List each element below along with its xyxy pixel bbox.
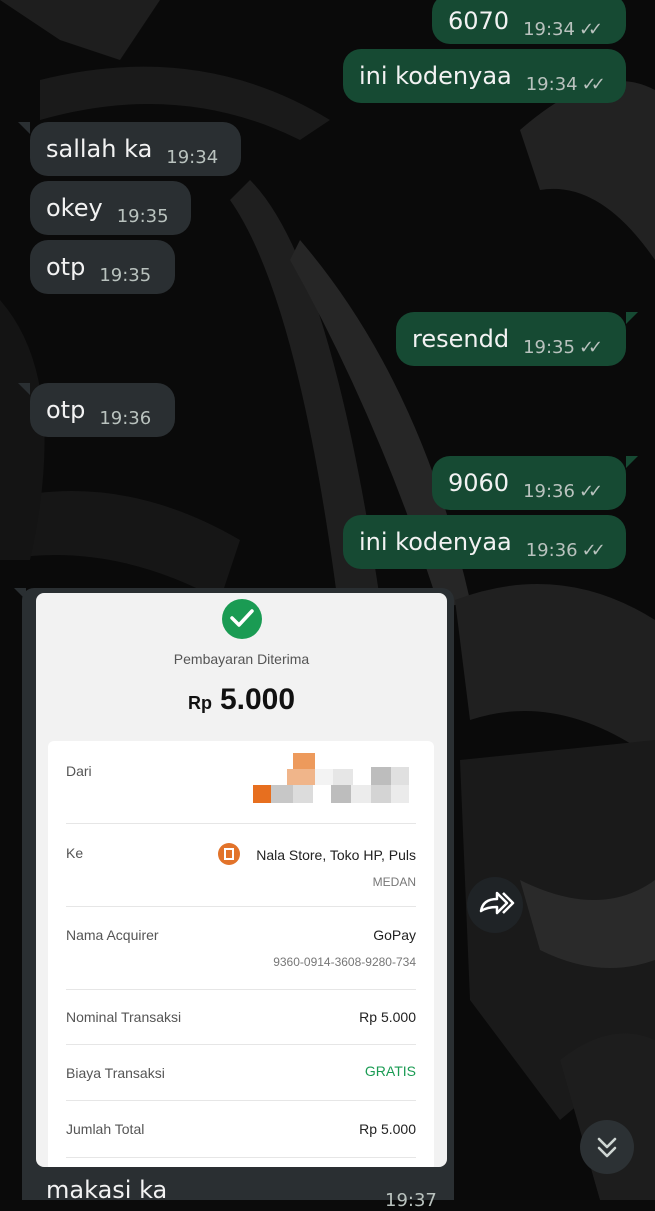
success-check-icon — [222, 599, 262, 639]
message-bubble-outgoing[interactable]: 6070 19:34 ✓✓ — [432, 0, 626, 44]
payment-receipt-image[interactable]: Pembayaran Diterima Rp 5.000 Dari Ke Nal… — [36, 593, 447, 1167]
divider — [66, 1044, 416, 1045]
message-time: 19:34 — [523, 19, 575, 40]
divider — [66, 823, 416, 824]
double-check-icon: ✓✓ — [578, 337, 603, 358]
message-bubble-incoming[interactable]: otp 19:36 — [30, 383, 175, 437]
message-time: 19:34 — [166, 147, 219, 168]
message-bubble-outgoing[interactable]: 9060 19:36 ✓✓ — [432, 456, 626, 510]
store-city: MEDAN — [372, 875, 416, 889]
detail-label: Nama Acquirer — [66, 927, 159, 943]
message-text: 6070 — [448, 7, 510, 35]
total-value: Rp 5.000 — [359, 1121, 416, 1137]
message-text: resendd — [412, 325, 510, 353]
message-bubble-incoming[interactable]: otp 19:35 — [30, 240, 175, 294]
message-text: otp — [46, 253, 86, 281]
forward-icon[interactable] — [467, 877, 523, 933]
detail-label: Jumlah Total — [66, 1121, 145, 1137]
message-time: 19:35 — [99, 265, 152, 286]
detail-label: Nominal Transaksi — [66, 1009, 182, 1025]
divider — [66, 906, 416, 907]
message-time: 19:36 — [525, 540, 578, 561]
detail-row-acquirer: Nama Acquirer GoPay 9360-0914-3608-9280-… — [66, 927, 416, 971]
transaction-details-card: Dari Ke Nala Store, Toko HP, Puls MEDAN … — [48, 741, 434, 1167]
message-text: ini kodenyaa — [359, 62, 512, 90]
detail-label: Ke — [66, 845, 84, 861]
double-chevron-down-icon[interactable] — [580, 1120, 634, 1174]
message-time: 19:37 — [385, 1190, 437, 1211]
redacted-sender-name — [253, 753, 413, 809]
message-text: otp — [46, 396, 86, 424]
message-bubble-outgoing[interactable]: resendd 19:35 ✓✓ — [396, 312, 626, 366]
store-name: Nala Store, Toko HP, Puls — [256, 847, 416, 863]
message-bubble-incoming[interactable]: sallah ka 19:34 — [30, 122, 241, 176]
store-icon — [218, 843, 240, 865]
message-bubble-outgoing[interactable]: ini kodenyaa 19:36 ✓✓ — [343, 515, 626, 569]
message-text: sallah ka — [46, 135, 153, 163]
amount-value: 5.000 — [219, 683, 296, 716]
detail-row-to: Ke Nala Store, Toko HP, Puls MEDAN — [66, 845, 416, 889]
detail-label: Dari — [66, 763, 92, 779]
message-bubble-outgoing[interactable]: ini kodenyaa 19:34 ✓✓ — [343, 49, 626, 103]
bubble-tail — [18, 122, 30, 134]
message-time: 19:34 — [525, 74, 578, 95]
payment-status: Pembayaran Diterima — [173, 651, 310, 667]
acquirer-id: 9360-0914-3608-9280-734 — [273, 955, 416, 969]
message-time: 19:35 — [116, 206, 169, 227]
divider — [66, 989, 416, 990]
detail-label: Biaya Transaksi — [66, 1065, 165, 1081]
nominal-value: Rp 5.000 — [359, 1009, 416, 1025]
acquirer-name: GoPay — [373, 927, 416, 943]
message-bubble-incoming[interactable]: okey 19:35 — [30, 181, 191, 235]
divider — [66, 1157, 416, 1158]
payment-amount: Rp 5.000 — [36, 683, 447, 717]
message-text: okey — [46, 194, 103, 222]
bubble-tail — [18, 383, 30, 395]
bubble-tail — [626, 456, 638, 468]
message-time: 19:36 — [99, 408, 152, 429]
bubble-tail — [626, 312, 638, 324]
double-check-icon: ✓✓ — [578, 481, 603, 502]
message-text: 9060 — [448, 469, 510, 497]
fee-value: GRATIS — [364, 1063, 416, 1079]
divider — [66, 1100, 416, 1101]
message-time: 19:36 — [523, 481, 575, 502]
double-check-icon: ✓✓ — [578, 19, 603, 40]
double-check-icon: ✓✓ — [581, 540, 606, 561]
double-check-icon: ✓✓ — [581, 74, 606, 95]
message-time: 19:35 — [523, 337, 575, 358]
message-text: ini kodenyaa — [359, 528, 512, 556]
currency-label: Rp — [187, 693, 212, 713]
